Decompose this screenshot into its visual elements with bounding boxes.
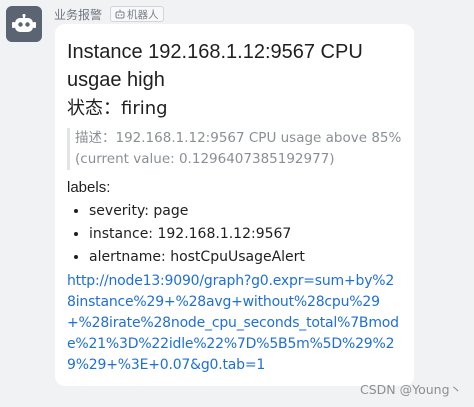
sender-avatar[interactable]	[6, 6, 42, 42]
labels-heading: labels:	[67, 179, 111, 196]
label-item-severity: severity: page	[89, 200, 402, 223]
label-item-instance: instance: 192.168.1.12:9567	[89, 223, 402, 246]
graph-link[interactable]: http://node13:9090/graph?g0.expr=sum+by%…	[67, 271, 402, 376]
status-label: 状态：	[67, 98, 121, 119]
sender-name[interactable]: 业务报警	[54, 6, 102, 23]
status-line: 状态：firing	[67, 97, 402, 121]
robot-tag-label: 机器人	[127, 8, 159, 21]
label-item-alertname: alertname: hostCpuUsageAlert	[89, 246, 402, 269]
robot-icon	[115, 9, 125, 19]
csdn-watermark: CSDN @Young丶	[359, 382, 462, 397]
alert-description: 描述：192.168.1.12:9567 CPU usage above 85%…	[67, 128, 402, 170]
alert-title: Instance 192.168.1.12:9567 CPU usgae hig…	[67, 41, 363, 91]
labels-list: severity: page instance: 192.168.1.12:95…	[67, 200, 402, 269]
robot-avatar-icon	[12, 14, 36, 32]
message-bubble[interactable]: Instance 192.168.1.12:9567 CPU usgae hig…	[55, 24, 414, 386]
status-value: firing	[121, 98, 168, 119]
sender-row: 业务报警 机器人	[54, 6, 164, 22]
robot-tag: 机器人	[110, 6, 164, 22]
